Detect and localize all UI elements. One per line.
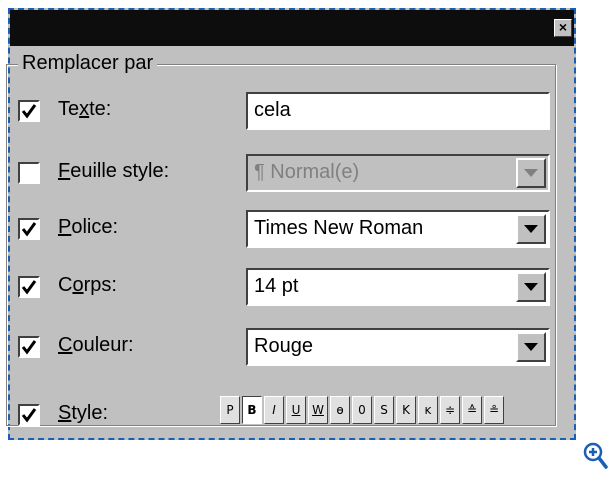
check-icon <box>21 222 37 237</box>
police-dropdown-button[interactable] <box>516 214 546 244</box>
check-icon <box>21 280 37 295</box>
corps-value: 14 pt <box>254 275 299 297</box>
style-strike-button[interactable]: ɵ <box>330 396 350 424</box>
feuille-style-dropdown-button[interactable] <box>516 158 546 188</box>
style-caps-button[interactable]: ᴋ <box>418 396 438 424</box>
couleur-value: Rouge <box>254 335 313 357</box>
chevron-down-icon <box>524 343 538 351</box>
check-icon <box>21 104 37 119</box>
couleur-select[interactable]: Rouge <box>246 328 550 366</box>
texte-input[interactable]: cela <box>246 92 550 130</box>
style-superscript-button[interactable]: ≑ <box>440 396 460 424</box>
check-icon <box>21 340 37 355</box>
couleur-dropdown-button[interactable] <box>516 332 546 362</box>
style-double-underline-button[interactable]: ≗ <box>484 396 504 424</box>
corps-label: Corps: <box>58 274 117 296</box>
style-subscript-button[interactable]: ≙ <box>462 396 482 424</box>
police-checkbox[interactable] <box>18 218 40 240</box>
police-select[interactable]: Times New Roman <box>246 210 550 248</box>
style-outline-button[interactable]: 0 <box>352 396 372 424</box>
zoom-in-icon[interactable] <box>582 441 608 476</box>
style-label: Style: <box>58 402 109 424</box>
feuille-style-label: Feuille style: <box>58 160 170 182</box>
group-title: Remplacer par <box>18 52 158 75</box>
police-label: Police: <box>58 216 119 238</box>
texte-label: Texte: <box>58 98 112 120</box>
style-small-caps-button[interactable]: K <box>396 396 416 424</box>
chevron-down-icon <box>524 283 538 291</box>
close-button[interactable]: × <box>554 19 572 37</box>
feuille-style-value: ¶ Normal(e) <box>254 161 360 183</box>
check-icon <box>21 408 37 423</box>
couleur-label: Couleur: <box>58 334 134 356</box>
feuille-style-checkbox[interactable] <box>18 162 40 184</box>
chevron-down-icon <box>524 169 538 177</box>
style-checkbox[interactable] <box>18 404 40 426</box>
style-plain-button[interactable]: P <box>220 396 240 424</box>
police-value: Times New Roman <box>254 217 424 239</box>
corps-dropdown-button[interactable] <box>516 272 546 302</box>
style-button-bar: P B I U Wɵ 0 S Kᴋ ≑ ≙ ≗ <box>220 396 504 426</box>
style-word-underline-button[interactable]: W <box>308 396 328 424</box>
corps-select[interactable]: 14 pt <box>246 268 550 306</box>
style-bold-button[interactable]: B <box>242 396 262 424</box>
texte-checkbox[interactable] <box>18 100 40 122</box>
corps-checkbox[interactable] <box>18 276 40 298</box>
title-bar: × <box>10 10 574 46</box>
style-italic-button[interactable]: I <box>264 396 284 424</box>
feuille-style-select[interactable]: ¶ Normal(e) <box>246 154 550 192</box>
couleur-checkbox[interactable] <box>18 336 40 358</box>
chevron-down-icon <box>524 225 538 233</box>
style-underline-button[interactable]: U <box>286 396 306 424</box>
style-shadow-button[interactable]: S <box>374 396 394 424</box>
